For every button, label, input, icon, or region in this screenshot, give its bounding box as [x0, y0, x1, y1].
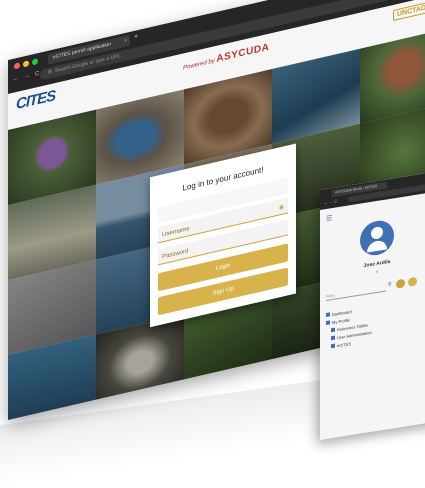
- second-nav-icons[interactable]: ← → C: [324, 198, 337, 205]
- second-browser-window: ASYCUDA World - eCITES ← → C ☰ Jose Ardi…: [320, 169, 425, 440]
- forward-icon[interactable]: →: [24, 73, 30, 80]
- powered-by-prefix: Powered by: [183, 58, 215, 72]
- expand-button[interactable]: [396, 278, 405, 289]
- back-icon[interactable]: ←: [13, 75, 19, 82]
- collapse-button[interactable]: [408, 276, 417, 288]
- reload-icon[interactable]: C: [35, 71, 39, 78]
- folder-icon: [331, 343, 335, 349]
- folder-icon: [326, 312, 330, 318]
- asycuda-brand: ASYCUDA: [216, 41, 270, 65]
- minimize-dot[interactable]: [23, 60, 29, 68]
- window-controls: [14, 58, 38, 70]
- username-placeholder: Username: [162, 226, 190, 239]
- menu-search-input[interactable]: Filter: [326, 283, 386, 302]
- tab-close-icon[interactable]: ×: [124, 36, 127, 48]
- search-icon[interactable]: ⚲: [388, 282, 392, 289]
- folder-icon: [331, 335, 335, 341]
- new-tab-icon[interactable]: +: [134, 33, 138, 41]
- unctad-logo: UNCTAD: [393, 1, 425, 22]
- avatar-icon: [360, 218, 394, 258]
- menu-item-label: eCITES: [337, 340, 352, 348]
- folder-icon: [326, 320, 330, 326]
- close-dot[interactable]: [14, 62, 20, 70]
- password-placeholder: Password: [162, 248, 189, 261]
- menu-icon[interactable]: ☰: [326, 214, 332, 223]
- search-icon: G: [48, 68, 52, 76]
- eye-icon[interactable]: ◉: [279, 198, 284, 217]
- nav-buttons: ← → C: [13, 71, 39, 83]
- maximize-dot[interactable]: [32, 58, 38, 66]
- folder-icon: [331, 327, 335, 333]
- side-menu: Dashboard My Profile Reference Tables Us…: [326, 304, 372, 351]
